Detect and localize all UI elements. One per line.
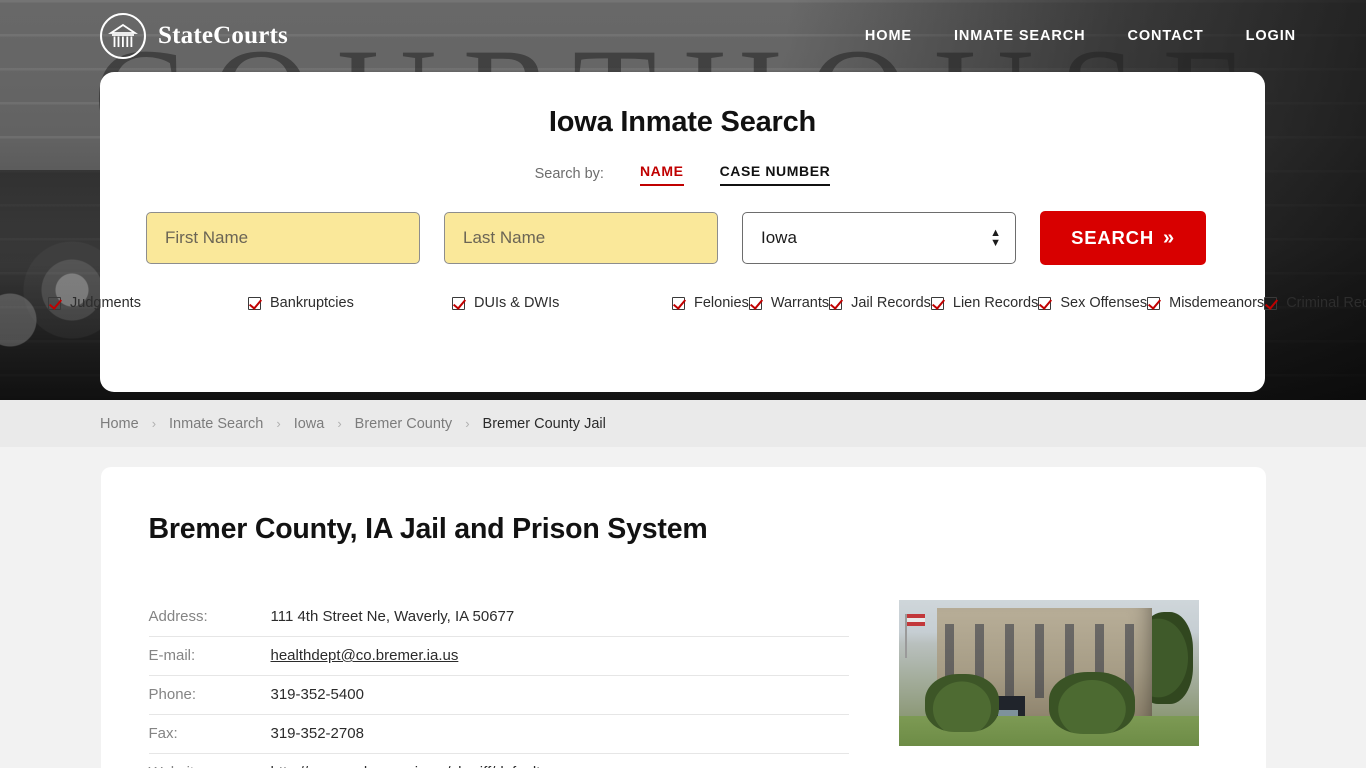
detail-label: E-mail:	[148, 647, 196, 664]
record-type-item[interactable]: Warrants	[748, 291, 830, 315]
breadcrumb: Home › Inmate Search › Iowa › Bremer Cou…	[0, 400, 1366, 447]
search-button[interactable]: SEARCH »	[1040, 211, 1206, 265]
inmate-search-card: Iowa Inmate Search Search by: NAME CASE …	[48, 72, 1366, 392]
brand-logo[interactable]: StateCourts	[100, 13, 288, 59]
detail-value-website: http://www.co.bremer.ia.us/sheriff/defau…	[271, 754, 849, 768]
record-type-label: Bankruptcies	[270, 295, 354, 311]
site-header: StateCourts HOME INMATE SEARCH CONTACT L…	[0, 0, 1366, 72]
hero-section: COURTHOUSE StateCourts HOME INMATE SEARC…	[0, 0, 1366, 400]
record-type-item[interactable]: Misdemeanors	[1147, 291, 1264, 315]
record-type-item[interactable]: Arrest Records	[0, 291, 48, 315]
record-type-item[interactable]: Criminal Records	[1264, 291, 1366, 315]
checkbox-checked-icon	[1147, 296, 1161, 310]
email-link[interactable]: healthdept@co.bremer.ia.us	[271, 647, 459, 664]
record-type-item[interactable]: Bankruptcies	[248, 291, 452, 315]
tab-case-number[interactable]: CASE NUMBER	[719, 163, 831, 186]
record-type-label: Sex Offenses	[1060, 295, 1148, 311]
breadcrumb-item-home[interactable]: Home	[100, 416, 139, 432]
record-type-item[interactable]: Jail Records	[829, 291, 931, 315]
record-type-item[interactable]: DUIs & DWIs	[452, 291, 672, 315]
search-form: Iowa ▲▼ SEARCH »	[146, 211, 1219, 265]
record-type-list: Arrest Records Judgments Bankruptcies DU…	[48, 291, 1366, 315]
last-name-input[interactable]	[444, 212, 718, 264]
detail-label: Website:	[149, 754, 271, 768]
chevron-right-icon: ›	[151, 416, 157, 431]
record-type-label: Jail Records	[851, 295, 931, 311]
record-type-item[interactable]: Sex Offenses	[1038, 291, 1147, 315]
detail-value-phone: 319-352-5400	[270, 686, 364, 703]
table-row: Fax: 319-352-2708	[148, 715, 849, 754]
search-by-row: Search by: NAME CASE NUMBER	[146, 163, 1219, 186]
breadcrumb-item-inmate-search[interactable]: Inmate Search	[169, 416, 263, 432]
record-type-label: Criminal Records	[1286, 295, 1366, 311]
record-type-label: Lien Records	[952, 295, 1039, 311]
search-card-title: Iowa Inmate Search	[548, 106, 817, 138]
chevron-right-icon: ›	[337, 416, 342, 431]
table-row: Website: http://www.co.bremer.ia.us/sher…	[149, 754, 849, 768]
checkbox-checked-icon	[930, 296, 944, 310]
record-type-item[interactable]: Felonies	[672, 291, 749, 315]
photo-flag	[904, 614, 925, 658]
record-type-label: Warrants	[770, 295, 830, 311]
brand-name: StateCourts	[158, 22, 288, 49]
nav-item-login[interactable]: LOGIN	[1246, 28, 1296, 44]
checkbox-checked-icon	[748, 296, 762, 310]
detail-label: Address:	[148, 608, 208, 625]
chevron-right-icon: ›	[276, 416, 281, 431]
breadcrumb-item-current: Bremer County Jail	[482, 415, 606, 432]
courthouse-photo	[898, 600, 1199, 746]
photo-tree-left	[924, 674, 999, 732]
breadcrumb-item-bremer-county[interactable]: Bremer County	[355, 416, 453, 432]
courthouse-icon	[100, 13, 146, 59]
record-type-item[interactable]: Lien Records	[930, 291, 1039, 315]
detail-label: Fax:	[148, 725, 178, 742]
table-row: Phone: 319-352-5400	[148, 676, 849, 715]
table-row: E-mail: healthdept@co.bremer.ia.us	[148, 637, 849, 676]
chevron-updown-icon: ▲ ▼	[990, 226, 1001, 249]
search-by-label: Search by:	[534, 166, 604, 182]
main-navigation: HOME INMATE SEARCH CONTACT LOGIN	[865, 28, 1296, 44]
checkbox-checked-icon	[452, 296, 466, 310]
detail-value-email: healthdept@co.bremer.ia.us	[271, 637, 849, 676]
record-type-label: DUIs & DWIs	[474, 295, 560, 311]
tab-name[interactable]: NAME	[639, 163, 684, 186]
website-link[interactable]: http://www.co.bremer.ia.us/sheriff/defau…	[271, 764, 577, 768]
record-type-label: Misdemeanors	[1169, 295, 1265, 311]
nav-item-inmate-search[interactable]: INMATE SEARCH	[954, 28, 1085, 44]
record-type-label: Judgments	[70, 295, 141, 311]
state-select-value: Iowa	[761, 228, 797, 247]
table-row: Address: 111 4th Street Ne, Waverly, IA …	[148, 598, 849, 637]
double-chevron-right-icon: »	[1162, 227, 1175, 249]
facility-info-area: Address: 111 4th Street Ne, Waverly, IA …	[148, 598, 1216, 768]
facility-details-table: Address: 111 4th Street Ne, Waverly, IA …	[148, 598, 849, 768]
state-select[interactable]: Iowa ▲ ▼	[742, 212, 1016, 264]
checkbox-checked-icon	[1264, 296, 1278, 310]
facility-detail-card: Bremer County, IA Jail and Prison System…	[100, 467, 1266, 768]
nav-item-contact[interactable]: CONTACT	[1127, 28, 1203, 44]
detail-value-fax: 319-352-2708	[270, 725, 364, 742]
checkbox-checked-icon	[48, 296, 62, 310]
checkbox-checked-icon	[248, 296, 262, 310]
checkbox-checked-icon	[829, 296, 843, 310]
page-body: Bremer County, IA Jail and Prison System…	[0, 447, 1366, 768]
first-name-input[interactable]	[146, 212, 420, 264]
breadcrumb-item-iowa[interactable]: Iowa	[294, 416, 325, 432]
record-type-label: Felonies	[694, 295, 749, 311]
chevron-right-icon: ›	[465, 416, 470, 431]
checkbox-checked-icon	[672, 296, 686, 310]
record-type-item[interactable]: Judgments	[48, 291, 248, 315]
checkbox-checked-icon	[1038, 296, 1052, 310]
nav-item-home[interactable]: HOME	[865, 28, 912, 44]
search-button-label: SEARCH	[1071, 227, 1154, 248]
photo-tree-center	[1048, 672, 1135, 734]
detail-label: Phone:	[148, 686, 197, 703]
detail-value-address: 111 4th Street Ne, Waverly, IA 50677	[270, 608, 515, 625]
page-title: Bremer County, IA Jail and Prison System	[148, 513, 708, 545]
